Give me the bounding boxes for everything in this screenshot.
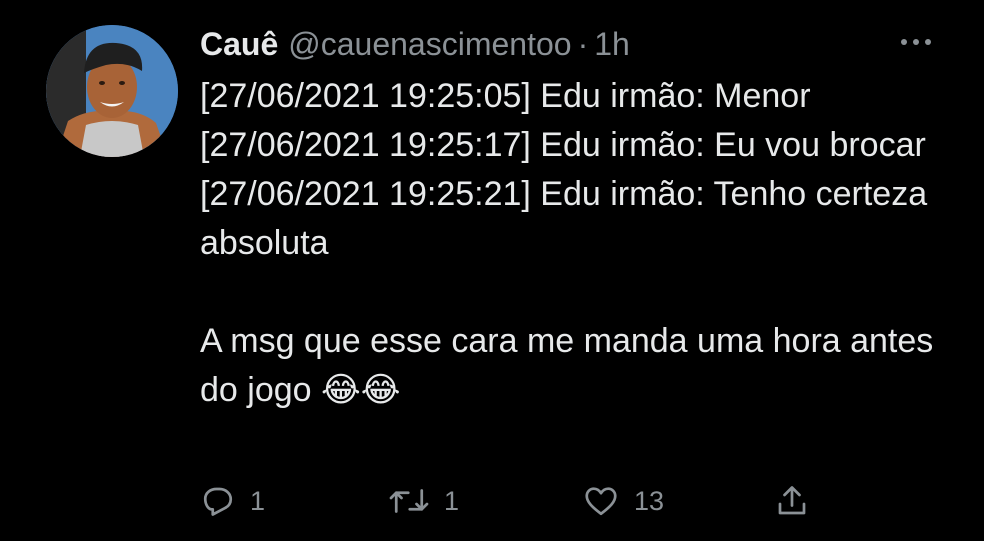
user-handle[interactable]: @cauenascimentoo xyxy=(288,26,571,63)
share-button[interactable] xyxy=(774,478,810,524)
timestamp[interactable]: 1h xyxy=(594,26,630,63)
tweet[interactable]: Cauê @cauenascimentoo · 1h [27/06/2021 1… xyxy=(0,0,984,541)
like-count: 13 xyxy=(634,485,665,516)
action-bar: 1 1 13 xyxy=(200,478,900,524)
more-options-icon[interactable] xyxy=(896,30,936,54)
reply-count: 1 xyxy=(250,485,266,516)
message-line: [27/06/2021 19:25:17] Edu irmão: Eu vou … xyxy=(200,126,926,164)
message-line: [27/06/2021 19:25:21] Edu irmão: Tenho c… xyxy=(200,175,928,262)
like-button[interactable]: 13 xyxy=(582,478,664,524)
reply-button[interactable]: 1 xyxy=(200,478,265,524)
message-line: [27/06/2021 19:25:05] Edu irmão: Menor xyxy=(200,77,811,115)
retweet-button[interactable]: 1 xyxy=(388,478,459,524)
tweet-text: [27/06/2021 19:25:05] Edu irmão: Menor [… xyxy=(200,72,940,415)
avatar[interactable] xyxy=(46,25,178,157)
reply-icon xyxy=(200,483,236,519)
share-icon xyxy=(774,482,810,520)
tweet-header: Cauê @cauenascimentoo · 1h xyxy=(200,22,630,66)
retweet-icon xyxy=(388,483,430,519)
tweet-caption: A msg que esse cara me manda uma hora an… xyxy=(200,322,934,409)
heart-icon xyxy=(582,483,620,519)
separator-dot: · xyxy=(577,25,589,62)
retweet-count: 1 xyxy=(444,485,460,516)
display-name[interactable]: Cauê xyxy=(200,26,278,63)
